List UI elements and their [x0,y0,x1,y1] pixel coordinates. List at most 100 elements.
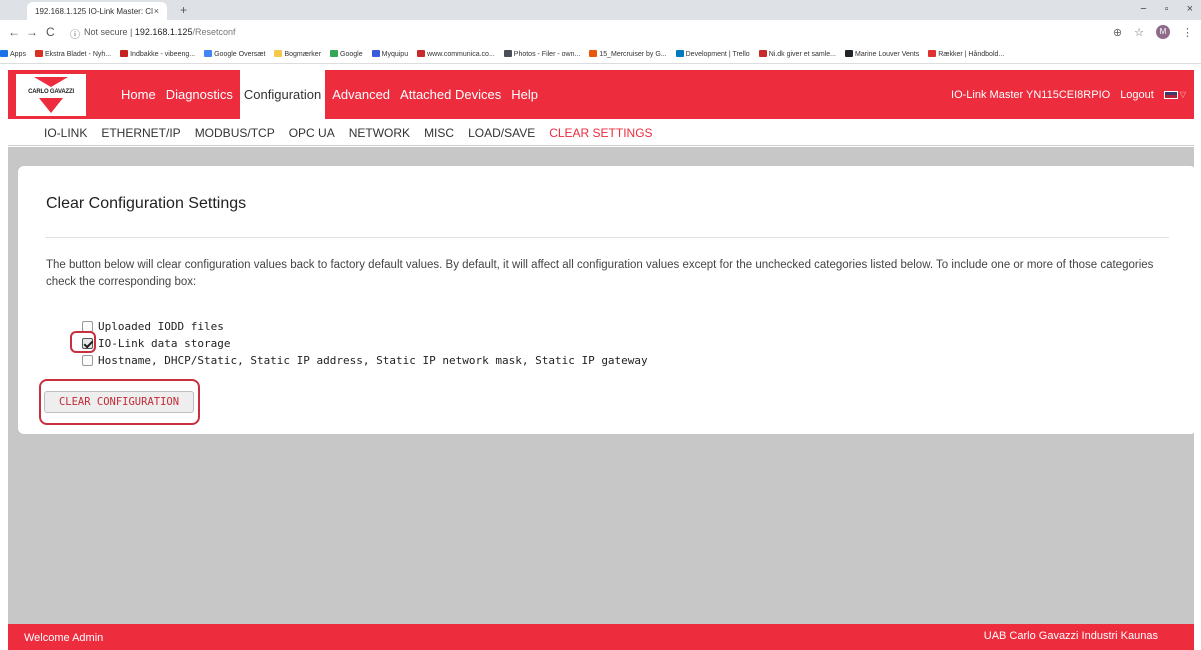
bookmark-item[interactable]: 15_Mercruiser by G... [589,50,667,60]
tab-close-icon[interactable]: × [154,6,159,16]
toolbar-right: ⊕ ☆ M ⋮ [1113,25,1193,39]
bookmark-favicon-icon [34,50,43,57]
sub-tab-ethernet-ip[interactable]: ETHERNET/IP [101,119,180,145]
welcome-text: Welcome Admin [24,632,104,644]
maximize-icon[interactable]: ▫ [1165,3,1169,15]
bookmark-item[interactable]: Bogmærker [274,50,321,60]
nav-item-diagnostics[interactable]: Diagnostics [163,70,236,119]
nav-item-help[interactable]: Help [508,70,541,119]
bookmark-favicon-icon [371,50,380,57]
logo-triangle-top [34,77,68,87]
browser-tab-title: 192.168.1.125 IO-Link Master: Cl [35,7,153,16]
info-icon[interactable]: ⓘ [70,26,80,41]
bookmark-label: Google [340,51,363,58]
bookmark-label: Development | Trello [685,51,750,58]
bookmark-label: Ni.dk giver et samle... [768,51,837,58]
bookmark-item[interactable]: Google [330,50,363,60]
option-checkbox[interactable] [82,355,93,366]
bookmark-label: Photos - Filer - own... [513,51,581,58]
main-nav: Home Diagnostics Configuration Advanced Atta… [118,70,545,119]
bookmark-label: Ekstra Bladet - Nyh... [44,51,112,58]
bookmark-favicon-icon [758,50,767,57]
sub-tab-misc[interactable]: MISC [424,119,454,145]
bookmark-favicon-icon [503,50,512,57]
bookmark-item[interactable]: Apps [0,50,26,60]
nav-item-advanced[interactable]: Advanced [329,70,393,119]
bookmark-favicon-icon [0,50,8,57]
option-label: Hostname, DHCP/Static, Static IP address… [98,354,648,367]
device-name: IO-Link Master YN115CEI8RPIO [951,88,1111,101]
sub-tab-network[interactable]: NETWORK [349,119,410,145]
reload-icon[interactable]: C [46,25,55,39]
sub-tab-modbus-tcp[interactable]: MODBUS/TCP [195,119,275,145]
app-header: CARLO GAVAZZI Home Diagnostics Configurati… [8,70,1194,119]
security-label: Not secure [84,27,128,37]
option-row: IO-Link data storage [82,335,648,352]
divider [45,237,1169,238]
bookmark-label: 15_Mercruiser by G... [599,51,667,58]
bookmark-item[interactable]: Ekstra Bladet - Nyh... [34,50,112,60]
bookmark-item[interactable]: Rækker | Håndbold... [928,50,1004,60]
nav-item-home[interactable]: Home [118,70,159,119]
bookmark-item[interactable]: Myquipu [371,50,409,60]
bookmark-item[interactable]: Development | Trello [675,50,750,60]
bookmark-favicon-icon [204,50,213,57]
profile-avatar[interactable]: M [1156,25,1170,39]
bookmark-item[interactable]: www.communica.co... [417,50,495,60]
window-close-icon[interactable]: × [1187,3,1193,15]
bookmark-star-icon[interactable]: ☆ [1134,26,1144,39]
zoom-icon[interactable]: ⊕ [1113,26,1122,39]
bookmark-item[interactable]: Google Oversæt [204,50,265,60]
logo-triangle-bottom [39,98,63,113]
forward-arrow-icon[interactable]: → [26,25,38,39]
bookmark-favicon-icon [845,50,854,57]
bookmark-favicon-icon [928,50,937,57]
page-title: Clear Configuration Settings [46,195,247,212]
options-list: Uploaded IODD files IO-Link data storage H… [82,318,648,369]
bookmark-favicon-icon [589,50,598,57]
window-controls: − ▫ × [1140,3,1193,15]
url-host: 192.168.1.125 [134,27,193,37]
footer: Welcome Admin UAB Carlo Gavazzi Industri… [8,624,1194,650]
minimize-icon[interactable]: − [1140,3,1146,15]
bookmark-label: Bogmærker [284,51,322,58]
bookmark-item[interactable]: Photos - Filer - own... [503,50,581,60]
bookmark-favicon-icon [120,50,129,57]
carlo-gavazzi-logo[interactable]: CARLO GAVAZZI [16,74,86,116]
address-bar[interactable]: Not secure | 192.168.1.125/Resetconf [84,27,235,37]
new-tab-button[interactable]: + [180,3,187,17]
browser-menu-icon[interactable]: ⋮ [1182,26,1193,39]
bookmark-item[interactable]: Indbakke - vibeeng... [120,50,195,60]
option-label: Uploaded IODD files [98,320,224,333]
us-flag-icon[interactable] [1163,90,1178,99]
bookmark-label: Marine Louver Vents [855,51,920,58]
bookmark-favicon-icon [417,50,426,57]
company-text: UAB Carlo Gavazzi Industri Kaunas [983,630,1158,642]
bookmarks-bar: Apps Ekstra Bladet - Nyh... Indbakke - vib… [0,50,1201,64]
logout-link[interactable]: Logout [1120,89,1154,101]
bookmark-label: www.communica.co... [427,51,495,58]
bookmark-label: Indbakke - vibeeng... [130,51,196,58]
option-row: Hostname, DHCP/Static, Static IP address… [82,352,648,369]
browser-tab-strip: 192.168.1.125 IO-Link Master: Cl × + − ▫… [0,0,1201,20]
browser-tab[interactable]: 192.168.1.125 IO-Link Master: Cl × [27,2,167,20]
sub-tab-clear-settings[interactable]: CLEAR SETTINGS [549,119,652,145]
language-caret-icon[interactable]: ▽ [1180,90,1186,99]
option-row: Uploaded IODD files [82,318,648,335]
checkbox-highlight [70,331,96,353]
back-arrow-icon[interactable]: ← [8,25,20,39]
bookmark-favicon-icon [274,50,283,57]
bookmark-label: Myquipu [381,51,409,58]
button-highlight [39,379,200,425]
description-text: The button below will clear configuratio… [46,259,1154,288]
nav-item-attached-devices[interactable]: Attached Devices [397,70,504,119]
bookmark-label: Apps [10,51,26,58]
bookmark-label: Rækker | Håndbold... [938,51,1005,58]
sub-tab-opc-ua[interactable]: OPC UA [289,119,335,145]
browser-toolbar: ← → C ⓘ Not secure | 192.168.1.125/Reset… [0,20,1201,50]
sub-tab-load-save[interactable]: LOAD/SAVE [468,119,535,145]
sub-tab-io-link[interactable]: IO-LINK [44,119,87,145]
nav-item-configuration[interactable]: Configuration [239,70,326,119]
bookmark-item[interactable]: Marine Louver Vents [845,50,919,60]
bookmark-item[interactable]: Ni.dk giver et samle... [758,50,837,60]
